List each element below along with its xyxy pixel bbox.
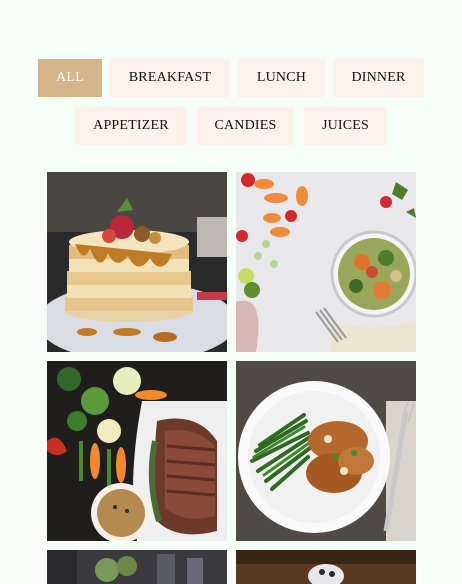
pancake-stack-photo xyxy=(47,172,227,352)
filter-dinner-button[interactable]: DINNER xyxy=(333,59,424,97)
filter-lunch-button[interactable]: LUNCH xyxy=(238,59,325,97)
drinks-photo xyxy=(47,550,227,584)
gallery-item-steak[interactable] xyxy=(47,361,227,541)
dessert-photo xyxy=(236,550,416,584)
chicken-and-green-beans-photo xyxy=(236,361,416,541)
gallery-item-chicken[interactable] xyxy=(236,361,416,541)
vegetable-plate-photo xyxy=(236,172,416,352)
filter-juices-button[interactable]: JUICES xyxy=(304,107,387,145)
gallery-item-pancakes[interactable] xyxy=(47,172,227,352)
filter-breakfast-button[interactable]: BREAKFAST xyxy=(110,59,230,97)
steak-with-vegetables-photo xyxy=(47,361,227,541)
filter-appetizer-button[interactable]: APPETIZER xyxy=(75,107,187,145)
gallery-item-vegetable-plate[interactable] xyxy=(236,172,416,352)
filter-candies-button[interactable]: CANDIES xyxy=(197,107,294,145)
gallery-item-drinks[interactable] xyxy=(47,550,227,584)
gallery-item-dessert[interactable] xyxy=(236,550,416,584)
filter-all-button[interactable]: ALL xyxy=(38,59,102,97)
